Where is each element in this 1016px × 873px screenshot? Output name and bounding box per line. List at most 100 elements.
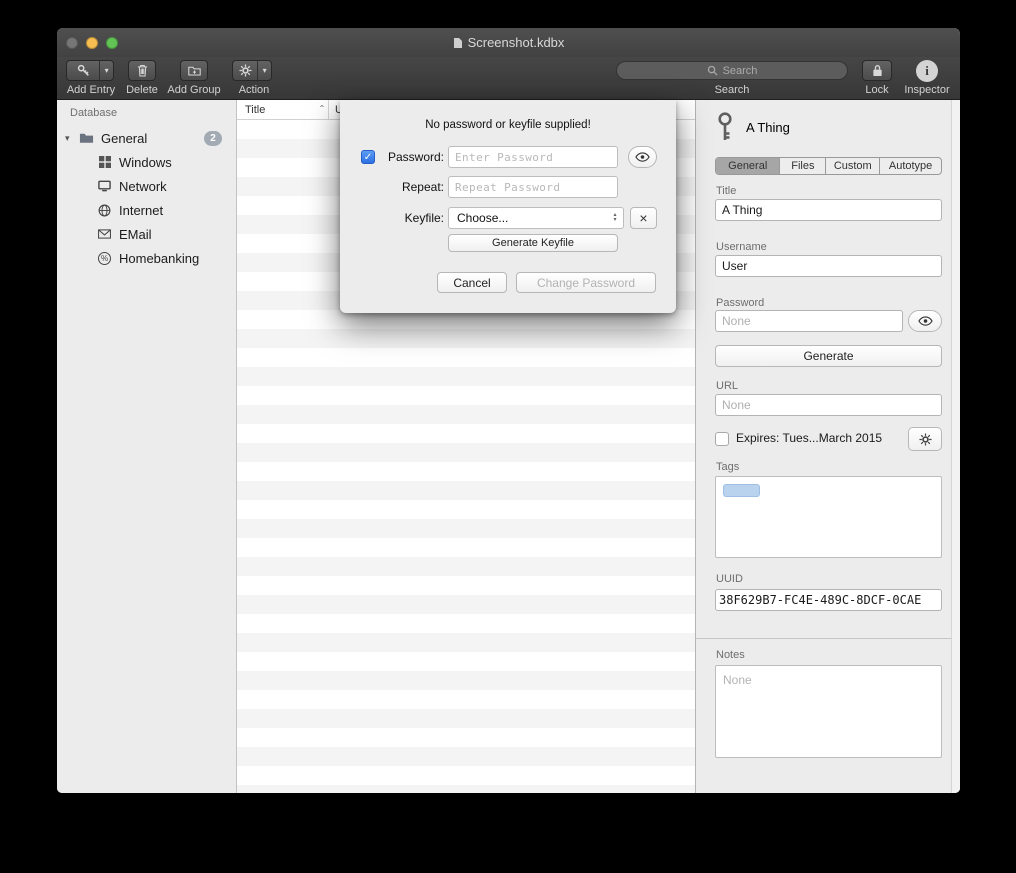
- inspector-panel: A Thing General Files Custom Autotype Ti…: [695, 100, 960, 793]
- inspector-scrollbar[interactable]: [951, 100, 960, 793]
- lock-button[interactable]: [862, 60, 892, 81]
- keyfile-popup-value: Choose...: [457, 211, 508, 225]
- tab-files[interactable]: Files: [779, 158, 825, 174]
- windows-icon: [96, 156, 113, 168]
- repeat-input[interactable]: [448, 176, 618, 198]
- generate-password-button[interactable]: Generate: [715, 345, 942, 367]
- keyfile-label: Keyfile:: [376, 207, 444, 229]
- generate-keyfile-button[interactable]: Generate Keyfile: [448, 234, 618, 252]
- info-icon: i: [925, 63, 929, 79]
- app-window: Screenshot.kdbx ▾ Add Entry Delete: [57, 28, 960, 793]
- sidebar-group-general[interactable]: ▾ General 2: [57, 126, 236, 150]
- sidebar-item-label: Windows: [119, 155, 172, 170]
- uuid-field[interactable]: [715, 589, 942, 611]
- password-checkbox[interactable]: ✓: [361, 150, 375, 164]
- expires-settings-button[interactable]: [908, 427, 942, 451]
- title-field-label: Title: [716, 185, 736, 197]
- disclosure-triangle-icon[interactable]: ▾: [65, 133, 78, 144]
- check-icon: ✓: [364, 152, 372, 163]
- notes-placeholder: None: [723, 673, 752, 687]
- password-field[interactable]: [715, 310, 903, 332]
- window-title-area: Screenshot.kdbx: [57, 28, 960, 57]
- add-group-label: Add Group: [165, 84, 223, 96]
- username-field[interactable]: [715, 255, 942, 277]
- search-input[interactable]: Search: [616, 61, 848, 80]
- add-group-button[interactable]: [180, 60, 208, 81]
- desktop-background: Screenshot.kdbx ▾ Add Entry Delete: [0, 0, 1016, 873]
- sheet-message: No password or keyfile supplied!: [340, 119, 676, 131]
- sidebar-item-email[interactable]: EMail: [57, 222, 236, 246]
- key-entry-icon: [717, 112, 733, 142]
- column-header-title[interactable]: Title ˆ: [237, 100, 328, 119]
- notes-field[interactable]: None: [715, 665, 942, 758]
- inspector-label: Inspector: [900, 84, 954, 96]
- search-label: Search: [616, 84, 848, 96]
- add-entry-button[interactable]: ▾: [66, 60, 114, 81]
- action-label: Action: [234, 84, 274, 96]
- sidebar-item-homebanking[interactable]: % Homebanking: [57, 246, 236, 270]
- sidebar: Database ▾ General 2 Windows Networ: [57, 100, 237, 793]
- sidebar-item-network[interactable]: Network: [57, 174, 236, 198]
- password-label: Password:: [376, 146, 444, 168]
- sidebar-item-internet[interactable]: Internet: [57, 198, 236, 222]
- globe-icon: [96, 204, 113, 217]
- entry-count-badge: 2: [204, 131, 222, 146]
- document-icon: [453, 37, 463, 49]
- tags-label: Tags: [716, 461, 739, 473]
- password-input[interactable]: [448, 146, 618, 168]
- reveal-password-button[interactable]: [628, 146, 657, 168]
- add-entry-label: Add Entry: [63, 84, 119, 96]
- lock-label: Lock: [857, 84, 897, 96]
- delete-label: Delete: [121, 84, 163, 96]
- entry-header: A Thing: [717, 112, 790, 142]
- eye-icon: [635, 152, 650, 162]
- cancel-button[interactable]: Cancel: [437, 272, 507, 293]
- expires-checkbox[interactable]: [715, 432, 729, 446]
- sidebar-item-windows[interactable]: Windows: [57, 150, 236, 174]
- sidebar-item-label: Network: [119, 179, 167, 194]
- inspector-toggle-button[interactable]: i: [916, 60, 938, 82]
- gear-icon: [233, 61, 257, 80]
- reveal-password-button[interactable]: [908, 310, 942, 332]
- window-title: Screenshot.kdbx: [468, 35, 565, 50]
- folder-plus-icon: [181, 61, 207, 80]
- entry-title-heading: A Thing: [746, 120, 790, 135]
- search-placeholder: Search: [723, 65, 758, 77]
- action-dropdown-arrow[interactable]: ▾: [257, 61, 271, 80]
- notes-label: Notes: [716, 649, 745, 661]
- keyfile-popup-button[interactable]: Choose... ▴▾: [448, 207, 624, 229]
- sidebar-item-label: Internet: [119, 203, 163, 218]
- password-field-label: Password: [716, 297, 764, 309]
- folder-icon: [78, 132, 95, 144]
- lock-icon: [863, 61, 891, 80]
- clear-x-icon: ×: [639, 210, 647, 226]
- tab-autotype[interactable]: Autotype: [879, 158, 941, 174]
- url-field[interactable]: [715, 394, 942, 416]
- add-entry-dropdown-arrow[interactable]: ▾: [99, 61, 113, 80]
- change-password-button: Change Password: [516, 272, 656, 293]
- inspector-tabs: General Files Custom Autotype: [715, 157, 942, 175]
- envelope-icon: [96, 229, 113, 239]
- expires-label: Expires: Tues...March 2015: [736, 431, 882, 445]
- column-title-text: Title: [245, 104, 265, 116]
- url-field-label: URL: [716, 380, 738, 392]
- title-field[interactable]: [715, 199, 942, 221]
- tags-box[interactable]: [715, 476, 942, 558]
- tag-chip[interactable]: [723, 484, 760, 497]
- username-field-label: Username: [716, 241, 767, 253]
- gear-icon: [919, 433, 932, 446]
- monitor-icon: [96, 180, 113, 192]
- tab-custom[interactable]: Custom: [825, 158, 879, 174]
- change-password-sheet: No password or keyfile supplied! ✓ Passw…: [340, 100, 676, 313]
- search-icon: [707, 65, 718, 76]
- trash-icon: [129, 61, 155, 80]
- tab-general[interactable]: General: [716, 158, 779, 174]
- action-button[interactable]: ▾: [232, 60, 272, 81]
- sidebar-item-label: Homebanking: [119, 251, 199, 266]
- percent-coin-icon: %: [96, 252, 113, 265]
- delete-button[interactable]: [128, 60, 156, 81]
- sort-ascending-icon: ˆ: [320, 106, 324, 114]
- repeat-label: Repeat:: [376, 176, 444, 198]
- clear-keyfile-button[interactable]: ×: [630, 207, 657, 229]
- toolbar: ▾ Add Entry Delete Add Group ▾: [57, 57, 960, 100]
